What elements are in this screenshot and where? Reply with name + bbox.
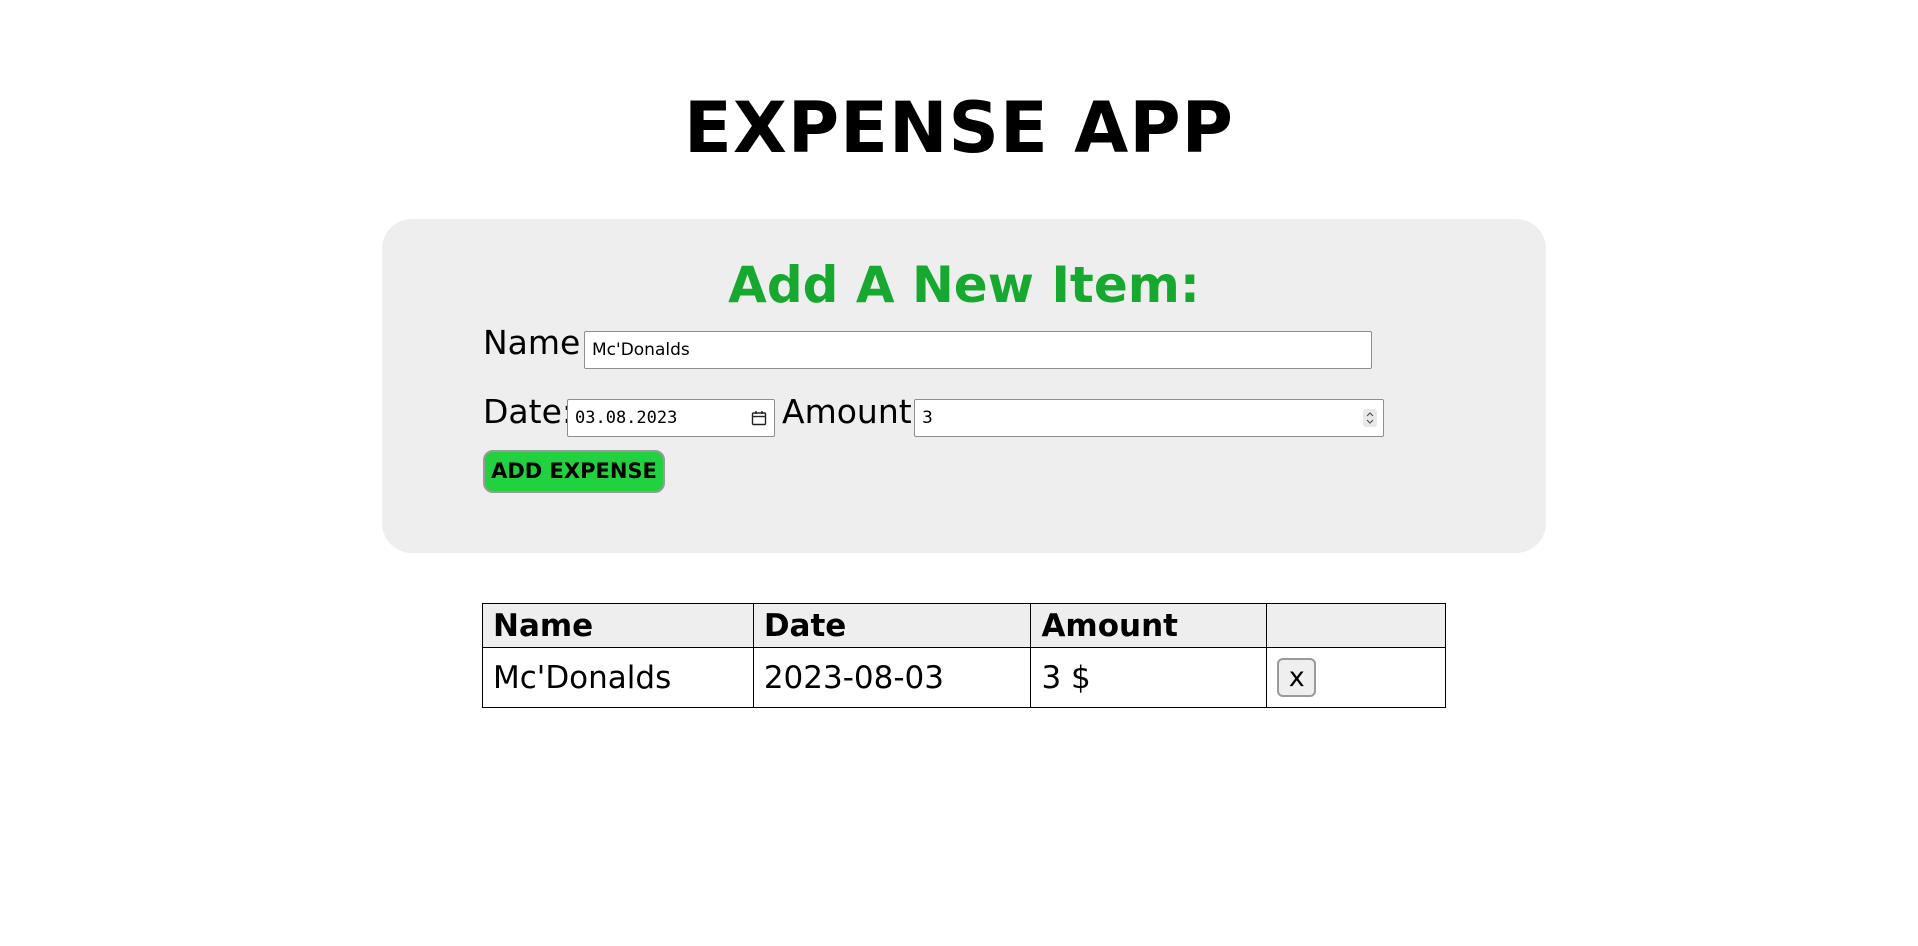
column-header-amount: Amount xyxy=(1030,603,1268,648)
cell-amount: 3 $ xyxy=(1030,647,1268,708)
app-title: EXPENSE APP xyxy=(684,87,1234,169)
cell-actions: x xyxy=(1266,647,1446,708)
table-row: Mc'Donalds 2023-08-03 3 $ x xyxy=(482,647,1446,708)
calendar-icon[interactable] xyxy=(751,410,767,426)
name-input[interactable]: Mc'Donalds xyxy=(584,331,1372,369)
date-label: Date: xyxy=(483,392,573,431)
amount-input-value: 3 xyxy=(922,408,933,428)
column-header-actions xyxy=(1266,603,1446,648)
name-label: Name: xyxy=(483,323,592,362)
column-header-name: Name xyxy=(482,603,754,648)
form-heading: Add A New Item: xyxy=(728,256,1200,314)
amount-input[interactable]: 3 xyxy=(914,399,1384,437)
add-expense-button[interactable]: ADD EXPENSE xyxy=(483,450,665,493)
table-header-row: Name Date Amount xyxy=(482,603,1446,648)
delete-row-button[interactable]: x xyxy=(1277,658,1317,697)
cell-name: Mc'Donalds xyxy=(482,647,754,708)
date-input-value: 03.08.2023 xyxy=(575,408,678,428)
spinner-arrows-icon[interactable] xyxy=(1363,409,1377,427)
expense-app-page: EXPENSE APP Add A New Item: Name: Mc'Don… xyxy=(0,0,1918,946)
date-input[interactable]: 03.08.2023 xyxy=(567,399,775,437)
add-item-form: Add A New Item: Name: Mc'Donalds Date: 0… xyxy=(382,219,1546,553)
column-header-date: Date xyxy=(752,603,1032,648)
cell-date: 2023-08-03 xyxy=(752,647,1032,708)
expenses-table: Name Date Amount Mc'Donalds 2023-08-03 3… xyxy=(482,603,1446,708)
amount-label: Amount: xyxy=(782,392,923,431)
